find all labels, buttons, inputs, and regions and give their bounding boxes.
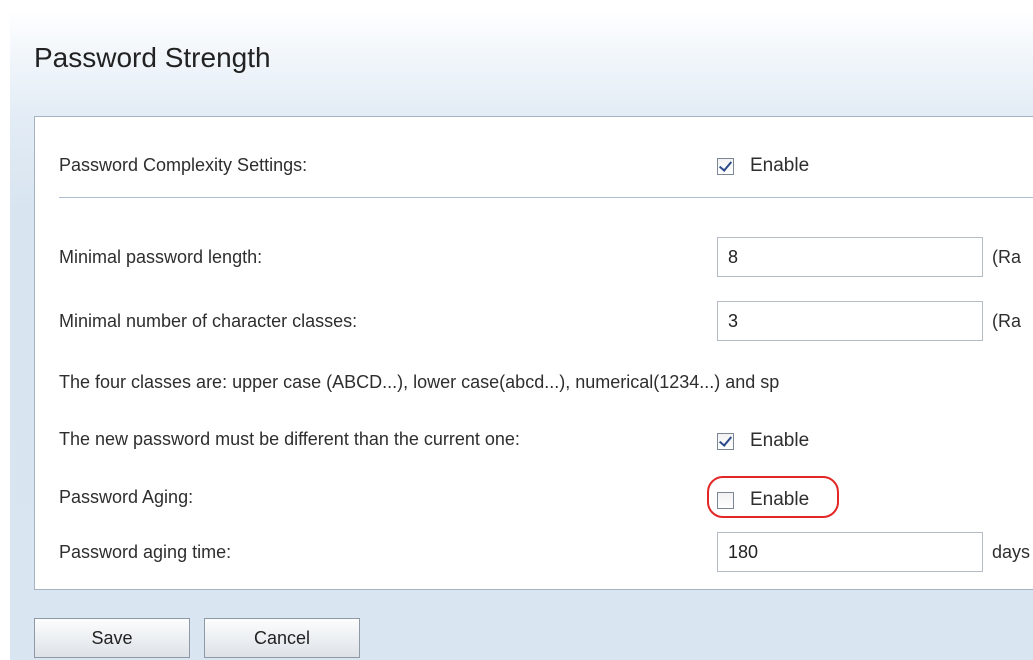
different-password-enable-control[interactable]: Enable bbox=[717, 430, 809, 452]
complexity-settings-label: Password Complexity Settings: bbox=[59, 155, 308, 175]
different-password-label: The new password must be different than … bbox=[59, 429, 520, 449]
cancel-button[interactable]: Cancel bbox=[204, 618, 360, 658]
section-divider bbox=[59, 197, 1033, 198]
min-length-label: Minimal password length: bbox=[59, 247, 263, 267]
aging-time-label: Password aging time: bbox=[59, 542, 232, 562]
page-title: Password Strength bbox=[34, 42, 271, 73]
aging-time-input[interactable]: 180 bbox=[717, 532, 983, 572]
page-background: Password Strength Password Complexity Se… bbox=[10, 10, 1033, 660]
min-length-range-hint: (Ra bbox=[992, 247, 1022, 267]
password-aging-enable-control[interactable]: Enable bbox=[717, 489, 809, 511]
settings-panel: Password Complexity Settings: Enable Min… bbox=[34, 116, 1033, 590]
password-aging-enable-checkbox[interactable] bbox=[717, 491, 734, 509]
min-classes-range-hint: (Ra bbox=[992, 311, 1022, 331]
aging-time-unit: days bbox=[992, 542, 1031, 562]
different-password-enable-checkbox[interactable] bbox=[717, 432, 734, 450]
password-aging-enable-label: Enable bbox=[750, 489, 810, 510]
min-length-input[interactable]: 8 bbox=[717, 237, 983, 277]
min-classes-label: Minimal number of character classes: bbox=[59, 311, 358, 331]
complexity-enable-checkbox[interactable] bbox=[717, 157, 734, 175]
min-classes-input[interactable]: 3 bbox=[717, 301, 983, 341]
save-button[interactable]: Save bbox=[34, 618, 190, 658]
classes-note: The four classes are: upper case (ABCD..… bbox=[59, 372, 780, 392]
password-aging-label: Password Aging: bbox=[59, 487, 194, 507]
complexity-enable-label: Enable bbox=[750, 155, 810, 176]
different-password-enable-label: Enable bbox=[750, 430, 810, 451]
complexity-enable-control[interactable]: Enable bbox=[717, 155, 809, 177]
